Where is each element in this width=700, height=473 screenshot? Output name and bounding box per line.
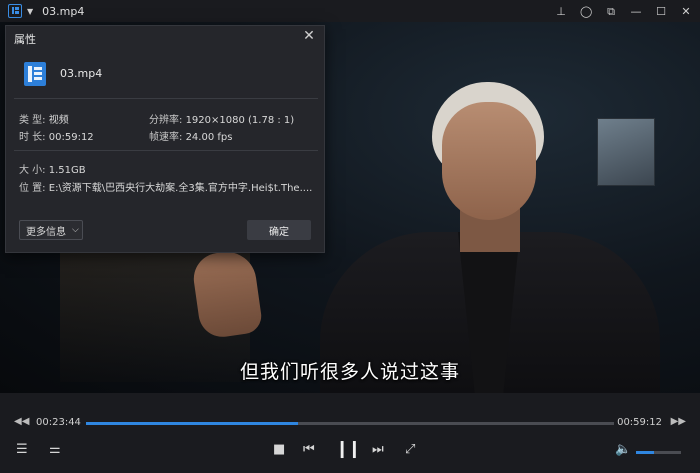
restore-icon[interactable]: ⧉ bbox=[605, 6, 617, 17]
app-logo-icon[interactable] bbox=[8, 4, 22, 18]
maximize-icon[interactable]: ☐ bbox=[655, 6, 667, 17]
total-time: 00:59:12 bbox=[617, 417, 662, 428]
properties-dialog: 属性 ✕ 03.mp4 类 型: 视频 分辨率: 1920×1080 (1.78… bbox=[5, 25, 325, 253]
location-icon[interactable]: ◯ bbox=[580, 6, 592, 17]
info-resolution: 分辨率: 1920×1080 (1.78 : 1) bbox=[149, 115, 295, 126]
playlist-icon[interactable]: ☰ bbox=[16, 443, 28, 456]
progress-spacer bbox=[0, 393, 700, 414]
divider bbox=[14, 150, 318, 151]
video-file-icon bbox=[24, 62, 46, 86]
progress-bar-fill bbox=[86, 422, 298, 425]
chevron-down-icon: ⌵ bbox=[72, 225, 79, 235]
progress-bar[interactable] bbox=[86, 422, 614, 425]
fullscreen-icon[interactable]: ⤢ bbox=[405, 443, 415, 456]
next-icon[interactable]: ⏭ bbox=[372, 443, 384, 456]
current-time: 00:23:44 bbox=[36, 417, 81, 428]
dialog-close-icon[interactable]: ✕ bbox=[302, 28, 316, 44]
pause-icon[interactable]: ❙❙ bbox=[335, 441, 361, 458]
window-title: 03.mp4 bbox=[42, 4, 85, 18]
rewind-icon[interactable]: ◀◀ bbox=[14, 416, 29, 427]
subtitle-text: 但我们听很多人说过这事 bbox=[239, 361, 460, 383]
minimize-icon[interactable]: — bbox=[630, 6, 642, 17]
dialog-title: 属性 bbox=[14, 33, 36, 46]
divider bbox=[14, 98, 318, 99]
control-bar: ☰ ⚌ ■ ⏮ ❙❙ ⏭ ⤢ 🔈 bbox=[0, 432, 700, 473]
previous-icon[interactable]: ⏮ bbox=[303, 443, 315, 456]
info-framerate: 帧速率: 24.00 fps bbox=[149, 132, 233, 143]
info-location: 位 置: E:\资源下载\巴西央行大劫案.全3集.官方中字.Hei$t.The.… bbox=[19, 183, 313, 194]
info-type: 类 型: 视频 bbox=[19, 115, 69, 126]
volume-slider[interactable] bbox=[636, 451, 681, 454]
info-size: 大 小: 1.51GB bbox=[19, 165, 86, 176]
window-controls: ⊥ ◯ ⧉ — ☐ ✕ bbox=[555, 0, 692, 22]
ok-button[interactable]: 确定 bbox=[247, 220, 311, 240]
volume-slider-fill bbox=[636, 451, 654, 454]
info-duration: 时 长: 00:59:12 bbox=[19, 132, 94, 143]
settings-sliders-icon[interactable]: ⚌ bbox=[49, 443, 61, 456]
chevron-down-icon[interactable]: ▼ bbox=[27, 7, 33, 16]
close-icon[interactable]: ✕ bbox=[680, 6, 692, 17]
more-info-button[interactable]: 更多信息 ⌵ bbox=[19, 220, 83, 240]
title-bar: ▼ 03.mp4 ⊥ ◯ ⧉ — ☐ ✕ bbox=[0, 0, 700, 22]
volume-icon[interactable]: 🔈 bbox=[615, 443, 631, 456]
dialog-filename: 03.mp4 bbox=[60, 67, 103, 80]
stop-icon[interactable]: ■ bbox=[273, 443, 285, 456]
progress-row: ◀◀ 00:23:44 00:59:12 ▶▶ bbox=[0, 414, 700, 432]
pin-icon[interactable]: ⊥ bbox=[555, 6, 567, 17]
fast-forward-icon[interactable]: ▶▶ bbox=[671, 416, 686, 427]
